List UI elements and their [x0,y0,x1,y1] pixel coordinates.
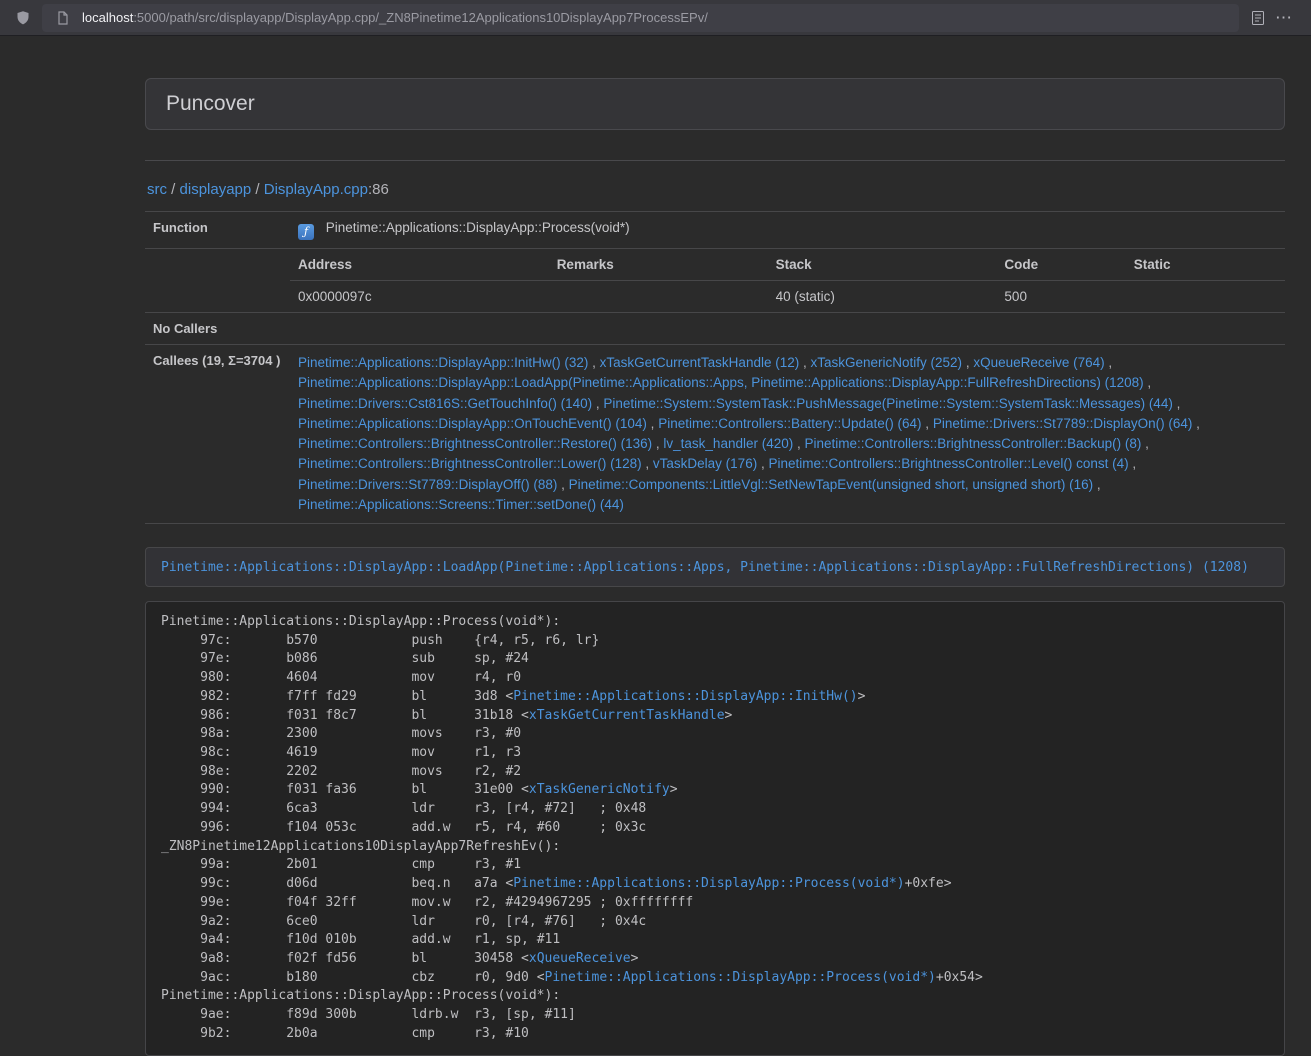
function-cell: ƒ Pinetime::Applications::DisplayApp::Pr… [290,212,1285,249]
callee-link[interactable]: Pinetime::Applications::Screens::Timer::… [298,497,624,512]
callee-separator: , [1141,436,1149,451]
symbol-link[interactable]: Pinetime::Applications::DisplayApp::Proc… [545,970,936,985]
table-row-callers: No Callers [145,313,1285,345]
no-callers-label: No Callers [145,313,290,345]
function-name: Pinetime::Applications::DisplayApp::Proc… [326,220,630,235]
callee-link[interactable]: Pinetime::Applications::DisplayApp::Load… [298,375,1144,390]
breadcrumb-line-number: :86 [368,181,389,198]
page-info-icon[interactable] [52,7,74,29]
col-remarks: Remarks [549,249,768,281]
app-title: Puncover [166,92,1264,116]
address-value: 0x0000097c [290,281,549,313]
col-static: Static [1126,249,1285,281]
function-row-label: Function [145,212,290,249]
callee-link[interactable]: Pinetime::Controllers::BrightnessControl… [298,456,642,471]
callee-link[interactable]: Pinetime::System::SystemTask::PushMessag… [603,396,1172,411]
callee-link[interactable]: xQueueReceive (764) [973,355,1104,370]
url-path: :5000/path/src/displayapp/DisplayApp.cpp… [133,10,708,25]
breadcrumb-link[interactable]: displayapp [180,181,252,198]
breadcrumb: src / displayapp / DisplayApp.cpp:86 [147,181,1285,198]
callee-link[interactable]: Pinetime::Drivers::St7789::DisplayOn() (… [933,416,1193,431]
breadcrumb-separator: / [251,181,264,198]
callee-separator: , [647,416,658,431]
callee-link[interactable]: Pinetime::Applications::DisplayApp::Init… [298,355,588,370]
static-value [1126,281,1285,313]
callee-panel: Pinetime::Applications::DisplayApp::Load… [145,547,1285,587]
callee-separator: , [588,355,599,370]
symbol-link[interactable]: xQueueReceive [529,951,631,966]
callee-separator: , [1144,375,1152,390]
function-type-icon: ƒ [298,224,314,240]
callees-list: Pinetime::Applications::DisplayApp::Init… [290,345,1285,524]
symbol-link[interactable]: xTaskGetCurrentTaskHandle [529,708,725,723]
callee-separator: , [757,456,768,471]
col-address: Address [290,249,549,281]
main-content: Puncover src / displayapp / DisplayApp.c… [145,36,1285,1056]
table-row-function: Function ƒ Pinetime::Applications::Displ… [145,212,1285,249]
metrics-value-row: 0x0000097c 40 (static) 500 [290,281,1285,313]
col-stack: Stack [768,249,997,281]
browser-toolbar: localhost:5000/path/src/displayapp/Displ… [0,0,1311,36]
breadcrumb-link[interactable]: src [147,181,167,198]
symbol-link[interactable]: Pinetime::Applications::DisplayApp::Init… [513,689,857,704]
table-row-metrics: Address Remarks Stack Code Static 0x0000… [145,249,1285,313]
callee-link[interactable]: Pinetime::Applications::DisplayApp::OnTo… [298,416,647,431]
symbol-link[interactable]: xTaskGenericNotify [529,782,670,797]
callee-separator: , [962,355,973,370]
callee-link[interactable]: Pinetime::Drivers::St7789::DisplayOff() … [298,477,557,492]
callee-link[interactable]: xTaskGenericNotify (252) [811,355,963,370]
callee-separator: , [922,416,933,431]
callee-link[interactable]: xTaskGetCurrentTaskHandle (12) [600,355,800,370]
breadcrumb-link[interactable]: DisplayApp.cpp [264,181,368,198]
callee-separator: , [592,396,603,411]
callee-link[interactable]: Pinetime::Controllers::BrightnessControl… [298,436,652,451]
symbol-table: Function ƒ Pinetime::Applications::Displ… [145,211,1285,524]
callee-separator: , [1192,416,1200,431]
stack-value: 40 (static) [768,281,997,313]
table-row-callees: Callees (19, Σ=3704 ) Pinetime::Applicat… [145,345,1285,524]
divider [145,160,1285,161]
callee-link[interactable]: Pinetime::Drivers::Cst816S::GetTouchInfo… [298,396,592,411]
url-text: localhost:5000/path/src/displayapp/Displ… [82,10,708,25]
col-code: Code [996,249,1125,281]
callee-separator: , [1129,456,1137,471]
url-bar[interactable]: localhost:5000/path/src/displayapp/Displ… [42,4,1239,32]
callee-separator: , [1173,396,1181,411]
callee-separator: , [799,355,810,370]
metrics-table: Address Remarks Stack Code Static 0x0000… [290,249,1285,312]
reader-view-icon[interactable] [1247,7,1269,29]
callee-separator: , [1093,477,1101,492]
callee-link[interactable]: Pinetime::Components::LittleVgl::SetNewT… [569,477,1094,492]
callee-separator: , [652,436,663,451]
shield-icon[interactable] [12,7,34,29]
symbol-link[interactable]: Pinetime::Applications::DisplayApp::Proc… [513,876,904,891]
remarks-value [549,281,768,313]
callee-separator: , [1105,355,1113,370]
callee-link[interactable]: Pinetime::Controllers::BrightnessControl… [805,436,1142,451]
callee-link[interactable]: Pinetime::Controllers::Battery::Update()… [658,416,921,431]
callees-label: Callees (19, Σ=3704 ) [145,345,290,524]
app-title-panel: Puncover [145,78,1285,130]
overflow-menu-icon[interactable]: ⋯ [1269,0,1299,36]
callee-panel-title[interactable]: Pinetime::Applications::DisplayApp::Load… [161,560,1249,575]
url-host: localhost [82,10,133,25]
breadcrumb-separator: / [167,181,180,198]
callers-cell [290,313,1285,345]
callee-link[interactable]: vTaskDelay (176) [653,456,757,471]
disassembly: Pinetime::Applications::DisplayApp::Proc… [145,601,1285,1056]
metrics-header-row: Address Remarks Stack Code Static [290,249,1285,281]
callee-separator: , [557,477,568,492]
callee-separator: , [793,436,804,451]
callee-link[interactable]: Pinetime::Controllers::BrightnessControl… [768,456,1128,471]
callee-link[interactable]: lv_task_handler (420) [663,436,793,451]
code-value: 500 [996,281,1125,313]
metrics-row-label [145,249,290,313]
metrics-cell: Address Remarks Stack Code Static 0x0000… [290,249,1285,313]
callee-separator: , [642,456,653,471]
